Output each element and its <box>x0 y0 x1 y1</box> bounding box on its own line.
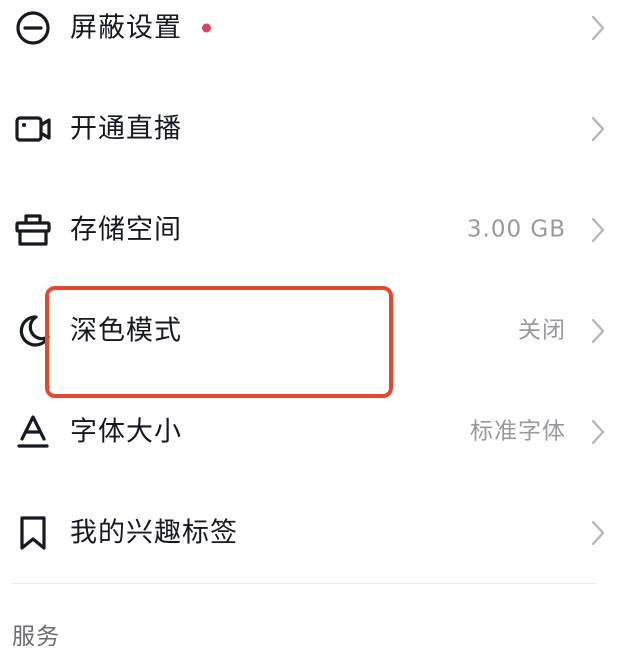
chevron-right-icon <box>590 317 606 345</box>
settings-item-label: 深色模式 <box>70 315 182 347</box>
settings-item-label: 屏蔽设置 <box>70 12 182 44</box>
chevron-right-icon <box>590 216 606 244</box>
block-icon <box>14 9 52 47</box>
divider <box>12 583 596 584</box>
bookmark-icon <box>14 514 52 552</box>
storage-value: 3.00 GB <box>466 216 566 243</box>
settings-item-label: 字体大小 <box>70 416 182 448</box>
settings-item-label: 开通直播 <box>70 113 182 145</box>
settings-item-label: 存储空间 <box>70 214 182 246</box>
settings-item-font-size[interactable]: 字体大小 标准字体 <box>0 382 628 482</box>
section-title: 服务 <box>12 624 60 650</box>
chevron-right-icon <box>590 519 606 547</box>
moon-icon <box>14 312 52 350</box>
font-size-value: 标准字体 <box>470 418 566 445</box>
video-camera-icon <box>14 110 52 148</box>
storage-box-icon <box>14 211 52 249</box>
notification-dot <box>202 23 211 33</box>
settings-item-label: 我的兴趣标签 <box>70 517 238 549</box>
chevron-right-icon <box>590 115 606 143</box>
chevron-right-icon <box>590 418 606 446</box>
settings-item-block[interactable]: 屏蔽设置 <box>0 0 628 78</box>
settings-item-storage[interactable]: 存储空间 3.00 GB <box>0 180 628 280</box>
settings-item-live[interactable]: 开通直播 <box>0 79 628 179</box>
settings-item-dark-mode[interactable]: 深色模式 关闭 <box>0 281 628 381</box>
chevron-right-icon <box>590 14 606 42</box>
settings-item-interest-tags[interactable]: 我的兴趣标签 <box>0 483 628 583</box>
font-a-icon <box>14 413 52 451</box>
dark-mode-value: 关闭 <box>518 317 566 344</box>
